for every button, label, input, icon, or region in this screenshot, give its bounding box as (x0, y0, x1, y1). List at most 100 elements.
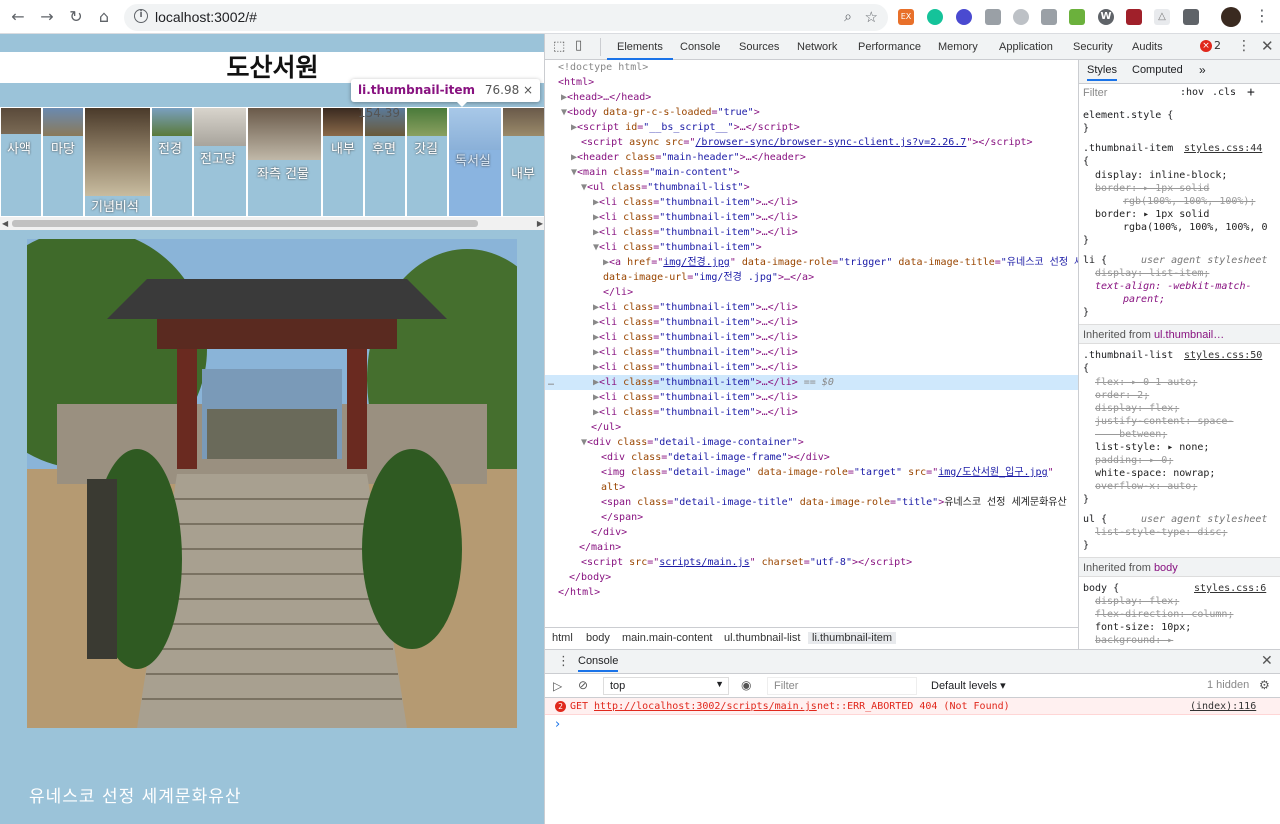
dom-line[interactable]: </main> (545, 540, 1078, 555)
dom-line[interactable]: ▼<div class="detail-image-container"> (545, 435, 1078, 450)
close-drawer-icon[interactable]: ✕ (1261, 653, 1273, 669)
dom-line[interactable]: alt> (545, 480, 1078, 495)
reload-icon[interactable]: ↻ (66, 7, 86, 27)
cloud-icon[interactable] (1013, 9, 1029, 25)
dom-line[interactable]: ▶<li class="thumbnail-item">…</li> (545, 360, 1078, 375)
tab-elements[interactable]: Elements (607, 34, 673, 60)
drawer-menu-icon[interactable]: ⋮ (557, 654, 570, 669)
breadcrumb-li[interactable]: li.thumbnail-item (808, 632, 897, 644)
cls-toggle[interactable]: .cls (1212, 87, 1236, 98)
dom-line[interactable]: ▶<li class="thumbnail-item">…</li> (545, 195, 1078, 210)
dom-line[interactable]: ▶<li class="thumbnail-item">…</li> (545, 405, 1078, 420)
clear-console-icon[interactable]: ⊘ (578, 678, 588, 692)
scroll-right-icon[interactable]: ▶ (537, 219, 543, 228)
dom-line[interactable]: ▼<main class="main-content"> (545, 165, 1078, 180)
dom-line[interactable]: ▶<li class="thumbnail-item">…</li> (545, 330, 1078, 345)
breadcrumb-main[interactable]: main.main-content (622, 632, 713, 644)
avatar[interactable] (1221, 7, 1241, 27)
tab-audits[interactable]: Audits (1132, 34, 1163, 60)
dom-line[interactable]: </html> (545, 585, 1078, 600)
dom-line[interactable]: </body> (545, 570, 1078, 585)
styles-filter-input[interactable]: Filter (1083, 87, 1168, 101)
thumbnail-item[interactable]: 마당 (42, 107, 84, 217)
breadcrumb-ul[interactable]: ul.thumbnail-list (724, 632, 800, 644)
thumbnail-item[interactable]: 갓길 (406, 107, 448, 217)
tab-network[interactable]: Network (797, 34, 837, 60)
thumbnail-item[interactable]: 사액 (0, 107, 42, 217)
thumbnail-item[interactable]: 기념비석 (84, 107, 151, 217)
browser-menu-icon[interactable]: ⋮ (1254, 6, 1270, 25)
dom-line[interactable]: ▼<li class="thumbnail-item"> (545, 240, 1078, 255)
mountain-icon[interactable]: △ (1154, 9, 1170, 25)
tab-security[interactable]: Security (1073, 34, 1113, 60)
thumbnail-item[interactable]: 전경 (151, 107, 193, 217)
hov-toggle[interactable]: :hov (1180, 87, 1204, 98)
dom-line[interactable]: ▼<body data-gr-c-s-loaded="true"> (545, 105, 1078, 120)
back-icon[interactable]: ← (8, 7, 28, 27)
dom-line[interactable]: </span> (545, 510, 1078, 525)
dom-line[interactable]: <script src="scripts/main.js" charset="u… (545, 555, 1078, 570)
dom-line[interactable]: ▶<a href="img/전경.jpg" data-image-role="t… (545, 255, 1078, 270)
tab-memory[interactable]: Memory (938, 34, 978, 60)
thumbnail-item[interactable]: 전고당 (193, 107, 247, 217)
error-count[interactable]: 2 (1214, 39, 1221, 52)
more-tabs-icon[interactable]: » (1199, 63, 1206, 77)
screen-icon[interactable] (1041, 9, 1057, 25)
scroll-left-icon[interactable]: ◀ (2, 219, 8, 228)
ex-icon[interactable]: EX (898, 9, 914, 25)
url-text[interactable]: localhost:3002/# (155, 9, 257, 25)
grammarly-icon[interactable] (927, 9, 943, 25)
thumbnail-item-highlighted[interactable]: 독서실 (448, 107, 502, 217)
dom-line[interactable]: ▶<li class="thumbnail-item">…</li> (545, 315, 1078, 330)
dom-line[interactable]: <html> (545, 75, 1078, 90)
thumbnail-item[interactable]: 내부 (502, 107, 545, 217)
element-style-rule[interactable]: element.style { (1083, 109, 1173, 122)
dom-line[interactable]: </li> (545, 285, 1078, 300)
breadcrumb-body[interactable]: body (586, 632, 610, 644)
error-icon[interactable]: × (1200, 40, 1212, 52)
css-declaration[interactable]: border: ▸ 1px solid (1095, 208, 1209, 221)
close-devtools-icon[interactable]: ✕ (1261, 37, 1274, 55)
css-declaration[interactable]: white-space: nowrap; (1095, 467, 1215, 480)
camera-icon[interactable] (985, 9, 1001, 25)
dom-line[interactable]: ▶<script id="__bs_script__">…</script> (545, 120, 1078, 135)
script-src-link[interactable]: /browser-sync/browser-sync-client.js?v=2… (695, 137, 966, 148)
dom-line[interactable]: <!doctype html> (545, 60, 1078, 75)
script-src-link[interactable]: scripts/main.js (659, 557, 749, 568)
eye-icon[interactable]: ◉ (741, 678, 751, 692)
dom-line[interactable]: ▶<head>…</head> (545, 90, 1078, 105)
scrollbar-thumb[interactable] (12, 220, 478, 227)
img-src-link[interactable]: img/도산서원_입구.jpg (938, 467, 1047, 478)
tab-styles[interactable]: Styles (1087, 64, 1117, 81)
inspect-element-icon[interactable]: ⬚ (553, 39, 565, 54)
css-declaration[interactable]: display: inline-block; (1095, 169, 1227, 182)
address-bar[interactable]: i localhost:3002/# ⌕ ☆ (124, 4, 888, 31)
tab-performance[interactable]: Performance (858, 34, 921, 60)
dom-line[interactable]: </div> (545, 525, 1078, 540)
log-levels-dropdown[interactable]: Default levels ▾ (931, 679, 1006, 692)
dom-line[interactable]: ▶<header class="main-header">…</header> (545, 150, 1078, 165)
settings-gear-icon[interactable]: ⚙ (1259, 678, 1270, 692)
dom-line[interactable]: ▶<li class="thumbnail-item">…</li> (545, 300, 1078, 315)
dom-line[interactable]: <img class="detail-image" data-image-rol… (545, 465, 1078, 480)
bookmark-star-icon[interactable]: ☆ (865, 8, 878, 26)
rule-source-link[interactable]: styles.css:50 (1184, 349, 1262, 362)
context-selector[interactable]: top ▼ (603, 677, 729, 695)
error-url-link[interactable]: http://localhost:3002/scripts/main.js (594, 698, 817, 715)
thumbnail-list[interactable]: 사액 마당 기념비석 전경 전고당 좌측 건물 내부 후면 갓길 독서실 내부 (0, 107, 545, 217)
wp-icon[interactable]: W (1098, 9, 1114, 25)
tab-icon[interactable] (1183, 9, 1199, 25)
tab-console[interactable]: Console (680, 34, 720, 60)
tab-computed[interactable]: Computed (1132, 64, 1183, 76)
check-icon[interactable] (956, 9, 972, 25)
dom-line[interactable]: ▼<ul class="thumbnail-list"> (545, 180, 1078, 195)
css-declaration[interactable]: font-size: 10px; (1095, 621, 1191, 634)
add-rule-icon[interactable]: + (1247, 85, 1255, 100)
css-declaration[interactable]: list-style: ▸ none; (1095, 441, 1209, 454)
ladder-icon[interactable] (1069, 9, 1085, 25)
forward-icon[interactable]: → (37, 7, 57, 27)
dom-line[interactable]: ▶<li class="thumbnail-item">…</li> (545, 345, 1078, 360)
tab-application[interactable]: Application (999, 34, 1053, 60)
dom-line[interactable]: <script async src="/browser-sync/browser… (545, 135, 1078, 150)
home-icon[interactable]: ⌂ (94, 7, 114, 27)
